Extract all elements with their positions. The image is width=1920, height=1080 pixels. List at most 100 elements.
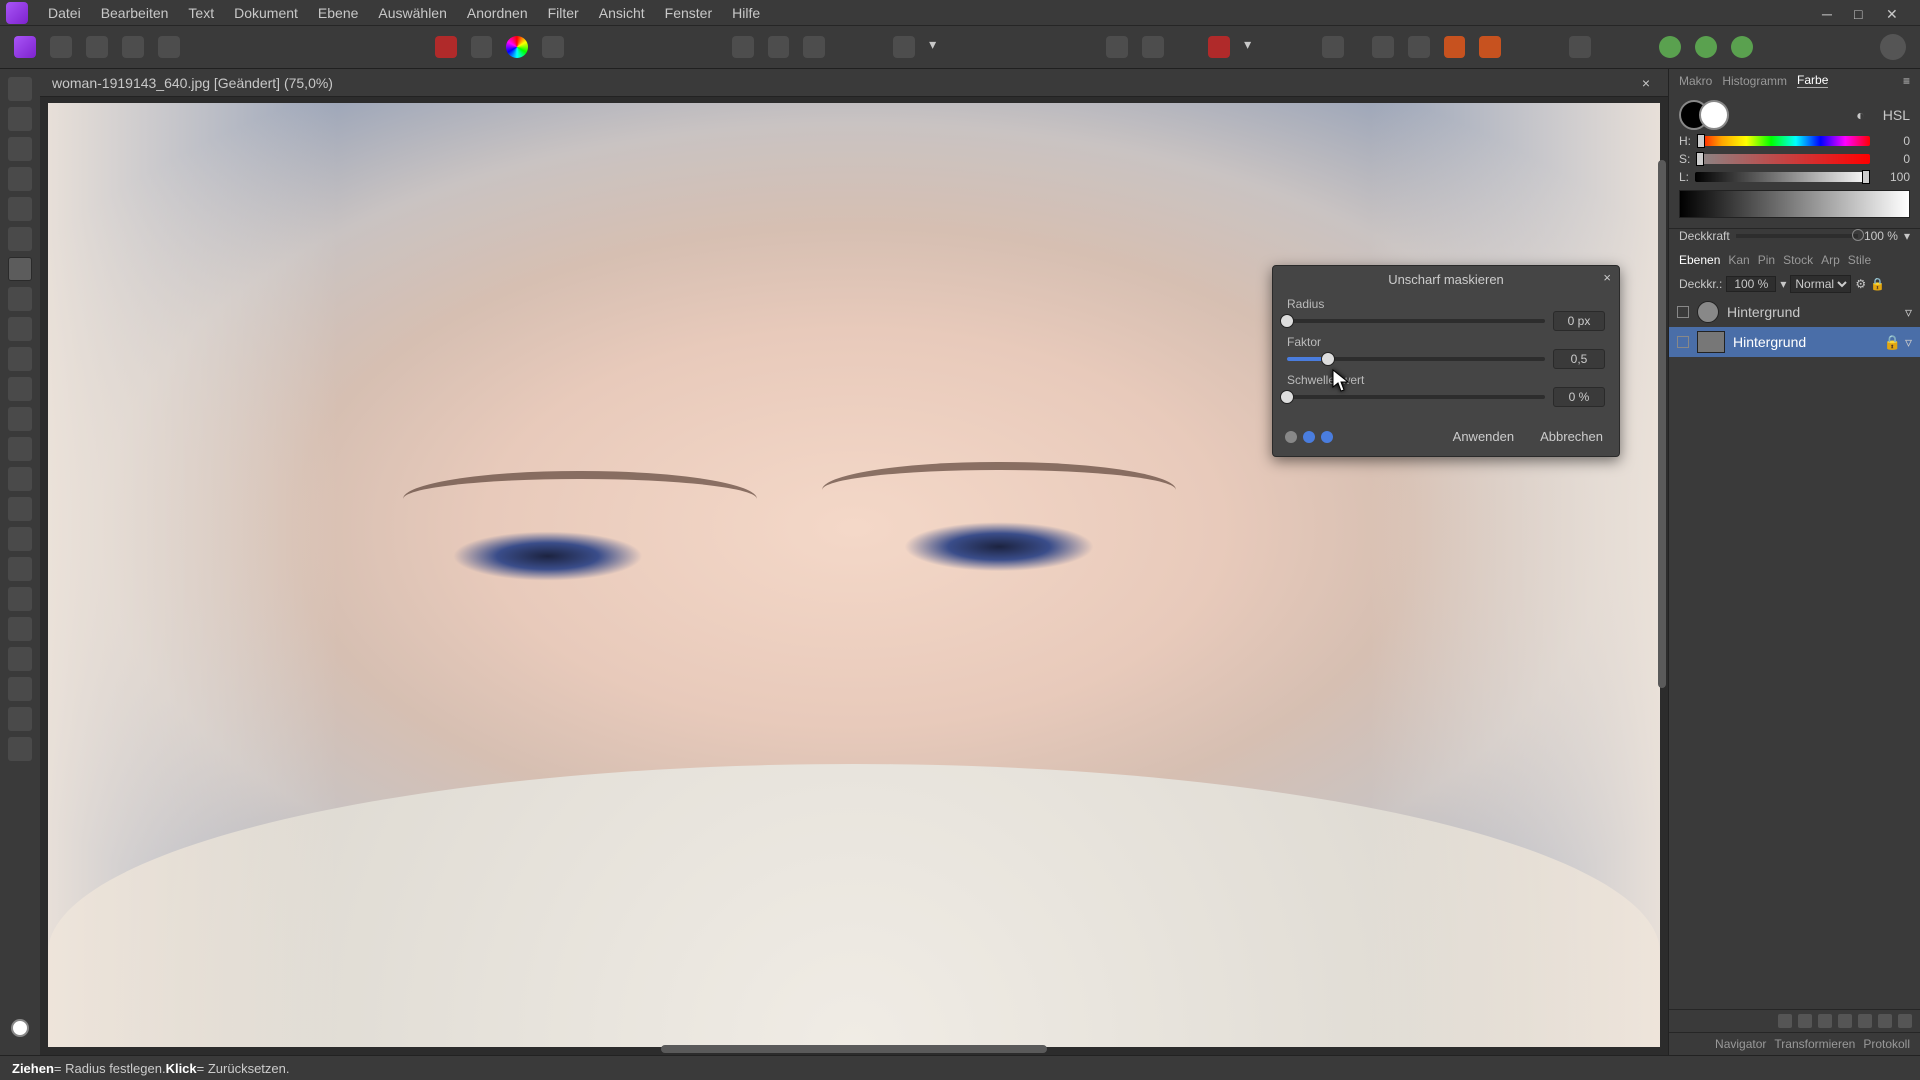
tab-histogramm[interactable]: Histogramm bbox=[1722, 74, 1787, 88]
menu-fenster[interactable]: Fenster bbox=[655, 5, 722, 21]
preview-mode-c-icon[interactable] bbox=[1321, 431, 1333, 443]
swatch-red-icon[interactable] bbox=[435, 36, 457, 58]
hand-tool-icon[interactable] bbox=[8, 77, 32, 101]
layer-fx-add-icon[interactable] bbox=[1818, 1014, 1832, 1028]
sat-value[interactable]: 0 bbox=[1876, 152, 1910, 166]
order-forward-icon[interactable] bbox=[1444, 36, 1466, 58]
persona-photo-icon[interactable] bbox=[14, 36, 36, 58]
canvas-viewport[interactable] bbox=[40, 97, 1668, 1055]
layer-mask-icon[interactable] bbox=[1778, 1014, 1792, 1028]
blur-tool-icon[interactable] bbox=[8, 557, 32, 581]
layer-opacity-dropdown-icon[interactable]: ▾ bbox=[1780, 277, 1786, 291]
factor-value[interactable]: 0,5 bbox=[1553, 349, 1605, 369]
mesh-tool-icon[interactable] bbox=[8, 707, 32, 731]
sync-c-icon[interactable] bbox=[1731, 36, 1753, 58]
opacity-slider[interactable] bbox=[1736, 234, 1858, 238]
menu-hilfe[interactable]: Hilfe bbox=[722, 5, 770, 21]
tab-stock[interactable]: Stock bbox=[1783, 253, 1813, 267]
panel-menu-icon[interactable]: ≡ bbox=[1903, 74, 1910, 88]
layer-expand-icon[interactable]: ▿ bbox=[1905, 334, 1912, 351]
gradient-tool-icon[interactable] bbox=[8, 317, 32, 341]
dialog-close-icon[interactable]: × bbox=[1603, 270, 1611, 285]
horizontal-scrollbar[interactable] bbox=[48, 1043, 1660, 1055]
blend-mode-select[interactable]: Normal bbox=[1790, 275, 1851, 293]
menu-anordnen[interactable]: Anordnen bbox=[457, 5, 538, 21]
fill-tool-icon[interactable] bbox=[8, 287, 32, 311]
menu-ebene[interactable]: Ebene bbox=[308, 5, 368, 21]
layer-add-icon[interactable] bbox=[1878, 1014, 1892, 1028]
threshold-slider[interactable] bbox=[1287, 395, 1545, 399]
dropdown-arrow-icon[interactable]: ▾ bbox=[929, 36, 939, 58]
window-maximize-icon[interactable]: □ bbox=[1854, 6, 1868, 20]
sharpen-tool-icon[interactable] bbox=[8, 587, 32, 611]
lum-slider[interactable] bbox=[1695, 172, 1870, 182]
layer-visibility-checkbox[interactable] bbox=[1677, 336, 1689, 348]
tab-arp[interactable]: Arp bbox=[1821, 253, 1840, 267]
layer-group-icon[interactable] bbox=[1858, 1014, 1872, 1028]
align-icon[interactable] bbox=[1569, 36, 1591, 58]
opacity-value[interactable]: 100 % bbox=[1864, 229, 1898, 243]
marquee-tool-icon[interactable] bbox=[8, 257, 32, 281]
menu-datei[interactable]: Datei bbox=[38, 5, 91, 21]
layer-row[interactable]: Hintergrund ▿ bbox=[1669, 297, 1920, 327]
selection-new-icon[interactable] bbox=[732, 36, 754, 58]
tab-kan[interactable]: Kan bbox=[1728, 253, 1749, 267]
layer-live-icon[interactable] bbox=[1838, 1014, 1852, 1028]
sync-a-icon[interactable] bbox=[1659, 36, 1681, 58]
color-swatch-front[interactable] bbox=[1699, 100, 1729, 130]
toolbar-icon-d[interactable] bbox=[542, 36, 564, 58]
color-picker-tool-icon[interactable] bbox=[8, 137, 32, 161]
layer-opacity-value[interactable]: 100 % bbox=[1726, 276, 1776, 292]
hue-value[interactable]: 0 bbox=[1876, 134, 1910, 148]
document-tab-close-icon[interactable]: × bbox=[1636, 75, 1656, 91]
tab-ebenen[interactable]: Ebenen bbox=[1679, 253, 1720, 267]
vertical-scrollbar[interactable] bbox=[1656, 103, 1668, 1047]
clone-tool-icon[interactable] bbox=[8, 407, 32, 431]
selection-add-icon[interactable] bbox=[768, 36, 790, 58]
text-tool-icon[interactable] bbox=[8, 647, 32, 671]
layer-lock-small-icon[interactable]: ▿ bbox=[1905, 304, 1912, 321]
pen-tool-icon[interactable] bbox=[8, 617, 32, 641]
order-front-icon[interactable] bbox=[1479, 36, 1501, 58]
foreground-color-icon[interactable] bbox=[11, 1019, 29, 1037]
threshold-value[interactable]: 0 % bbox=[1553, 387, 1605, 407]
quickmask-icon[interactable] bbox=[893, 36, 915, 58]
flood-select-tool-icon[interactable] bbox=[8, 227, 32, 251]
layer-visibility-checkbox[interactable] bbox=[1677, 306, 1689, 318]
zoom-tool-icon[interactable] bbox=[8, 737, 32, 761]
cancel-button[interactable]: Abbrechen bbox=[1536, 427, 1607, 446]
layer-row[interactable]: Hintergrund 🔒▿ bbox=[1669, 327, 1920, 357]
tab-makro[interactable]: Makro bbox=[1679, 74, 1712, 88]
layer-fx-icon[interactable]: ⚙ bbox=[1855, 277, 1866, 291]
menu-text[interactable]: Text bbox=[178, 5, 224, 21]
persona-liquify-icon[interactable] bbox=[50, 36, 72, 58]
toolbar-icon-b[interactable] bbox=[471, 36, 493, 58]
order-back-icon[interactable] bbox=[1372, 36, 1394, 58]
hue-slider[interactable] bbox=[1697, 136, 1870, 146]
tab-farbe[interactable]: Farbe bbox=[1797, 73, 1828, 88]
dodge-tool-icon[interactable] bbox=[8, 467, 32, 491]
snapshot-icon[interactable] bbox=[1322, 36, 1344, 58]
color-wheel-icon[interactable] bbox=[506, 36, 528, 58]
persona-tone-icon[interactable] bbox=[122, 36, 144, 58]
brush-tool-icon[interactable] bbox=[8, 347, 32, 371]
account-avatar-icon[interactable] bbox=[1880, 34, 1906, 60]
assistant-icon[interactable] bbox=[1208, 36, 1230, 58]
radius-slider[interactable] bbox=[1287, 319, 1545, 323]
window-minimize-icon[interactable]: ─ bbox=[1822, 6, 1836, 20]
erase-tool-icon[interactable] bbox=[8, 377, 32, 401]
lum-value[interactable]: 100 bbox=[1876, 170, 1910, 184]
preview-mode-a-icon[interactable] bbox=[1285, 431, 1297, 443]
sat-slider[interactable] bbox=[1696, 154, 1870, 164]
apply-button[interactable]: Anwenden bbox=[1449, 427, 1518, 446]
smudge-tool-icon[interactable] bbox=[8, 527, 32, 551]
selection-brush-tool-icon[interactable] bbox=[8, 197, 32, 221]
burn-tool-icon[interactable] bbox=[8, 497, 32, 521]
layer-locked-icon[interactable]: 🔒 bbox=[1884, 334, 1901, 351]
tab-pin[interactable]: Pin bbox=[1758, 253, 1775, 267]
menu-auswaehlen[interactable]: Auswählen bbox=[368, 5, 457, 21]
tab-protokoll[interactable]: Protokoll bbox=[1863, 1037, 1910, 1051]
radius-value[interactable]: 0 px bbox=[1553, 311, 1605, 331]
menu-bearbeiten[interactable]: Bearbeiten bbox=[91, 5, 179, 21]
move-tool-icon[interactable] bbox=[8, 107, 32, 131]
